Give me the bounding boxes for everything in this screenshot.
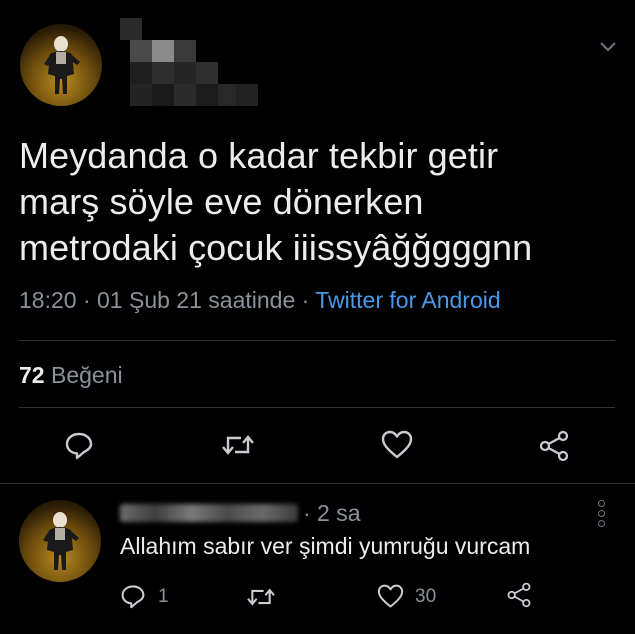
reply-time: · 2 sa [303, 500, 361, 526]
tweet-text: Meydanda o kadar tekbir getir marş söyle… [19, 133, 619, 271]
divider [19, 407, 615, 408]
author-name-pixelated[interactable] [120, 18, 258, 114]
tweet-text-line: marş söyle eve dönerken [19, 181, 424, 222]
more-vertical-icon[interactable] [598, 500, 605, 530]
author-avatar[interactable] [20, 24, 102, 106]
like-label: Beğeni [50, 362, 123, 388]
tweet-date: 01 Şub 21 saatinde [97, 287, 296, 313]
reply-icon[interactable] [64, 430, 94, 460]
reply-like-count: 30 [415, 586, 437, 607]
chevron-down-icon[interactable] [599, 40, 617, 54]
avatar-silhouette [44, 36, 80, 94]
reply-author-name-blurred[interactable] [120, 504, 298, 522]
meta-separator: · [301, 287, 310, 313]
divider [0, 483, 635, 484]
tweet-source-link[interactable]: Twitter for Android [315, 287, 500, 313]
retweet-icon[interactable] [221, 430, 255, 460]
tweet-text-line: Meydanda o kadar tekbir getir [19, 135, 499, 176]
heart-icon[interactable] [377, 584, 404, 609]
reply-count: 1 [158, 586, 169, 607]
share-icon[interactable] [506, 582, 532, 608]
tweet-meta: 18:20 · 01 Şub 21 saatinde · Twitter for… [19, 287, 501, 314]
likes-stat[interactable]: 72 Beğeni [19, 362, 123, 389]
reply-icon[interactable] [120, 583, 146, 609]
tweet-time: 18:20 [19, 287, 77, 313]
tweet-text-line: metrodaki çocuk iiissyâğğgggnn [19, 227, 533, 268]
avatar-silhouette [43, 512, 79, 570]
like-count: 72 [19, 362, 45, 388]
retweet-icon[interactable] [246, 584, 276, 610]
reply-avatar[interactable] [19, 500, 101, 582]
reply-text: Allahım sabır ver şimdi yumruğu vurcam [120, 533, 531, 559]
divider [19, 340, 615, 341]
meta-separator: · [82, 287, 91, 313]
share-icon[interactable] [538, 430, 570, 462]
heart-icon[interactable] [381, 430, 413, 460]
